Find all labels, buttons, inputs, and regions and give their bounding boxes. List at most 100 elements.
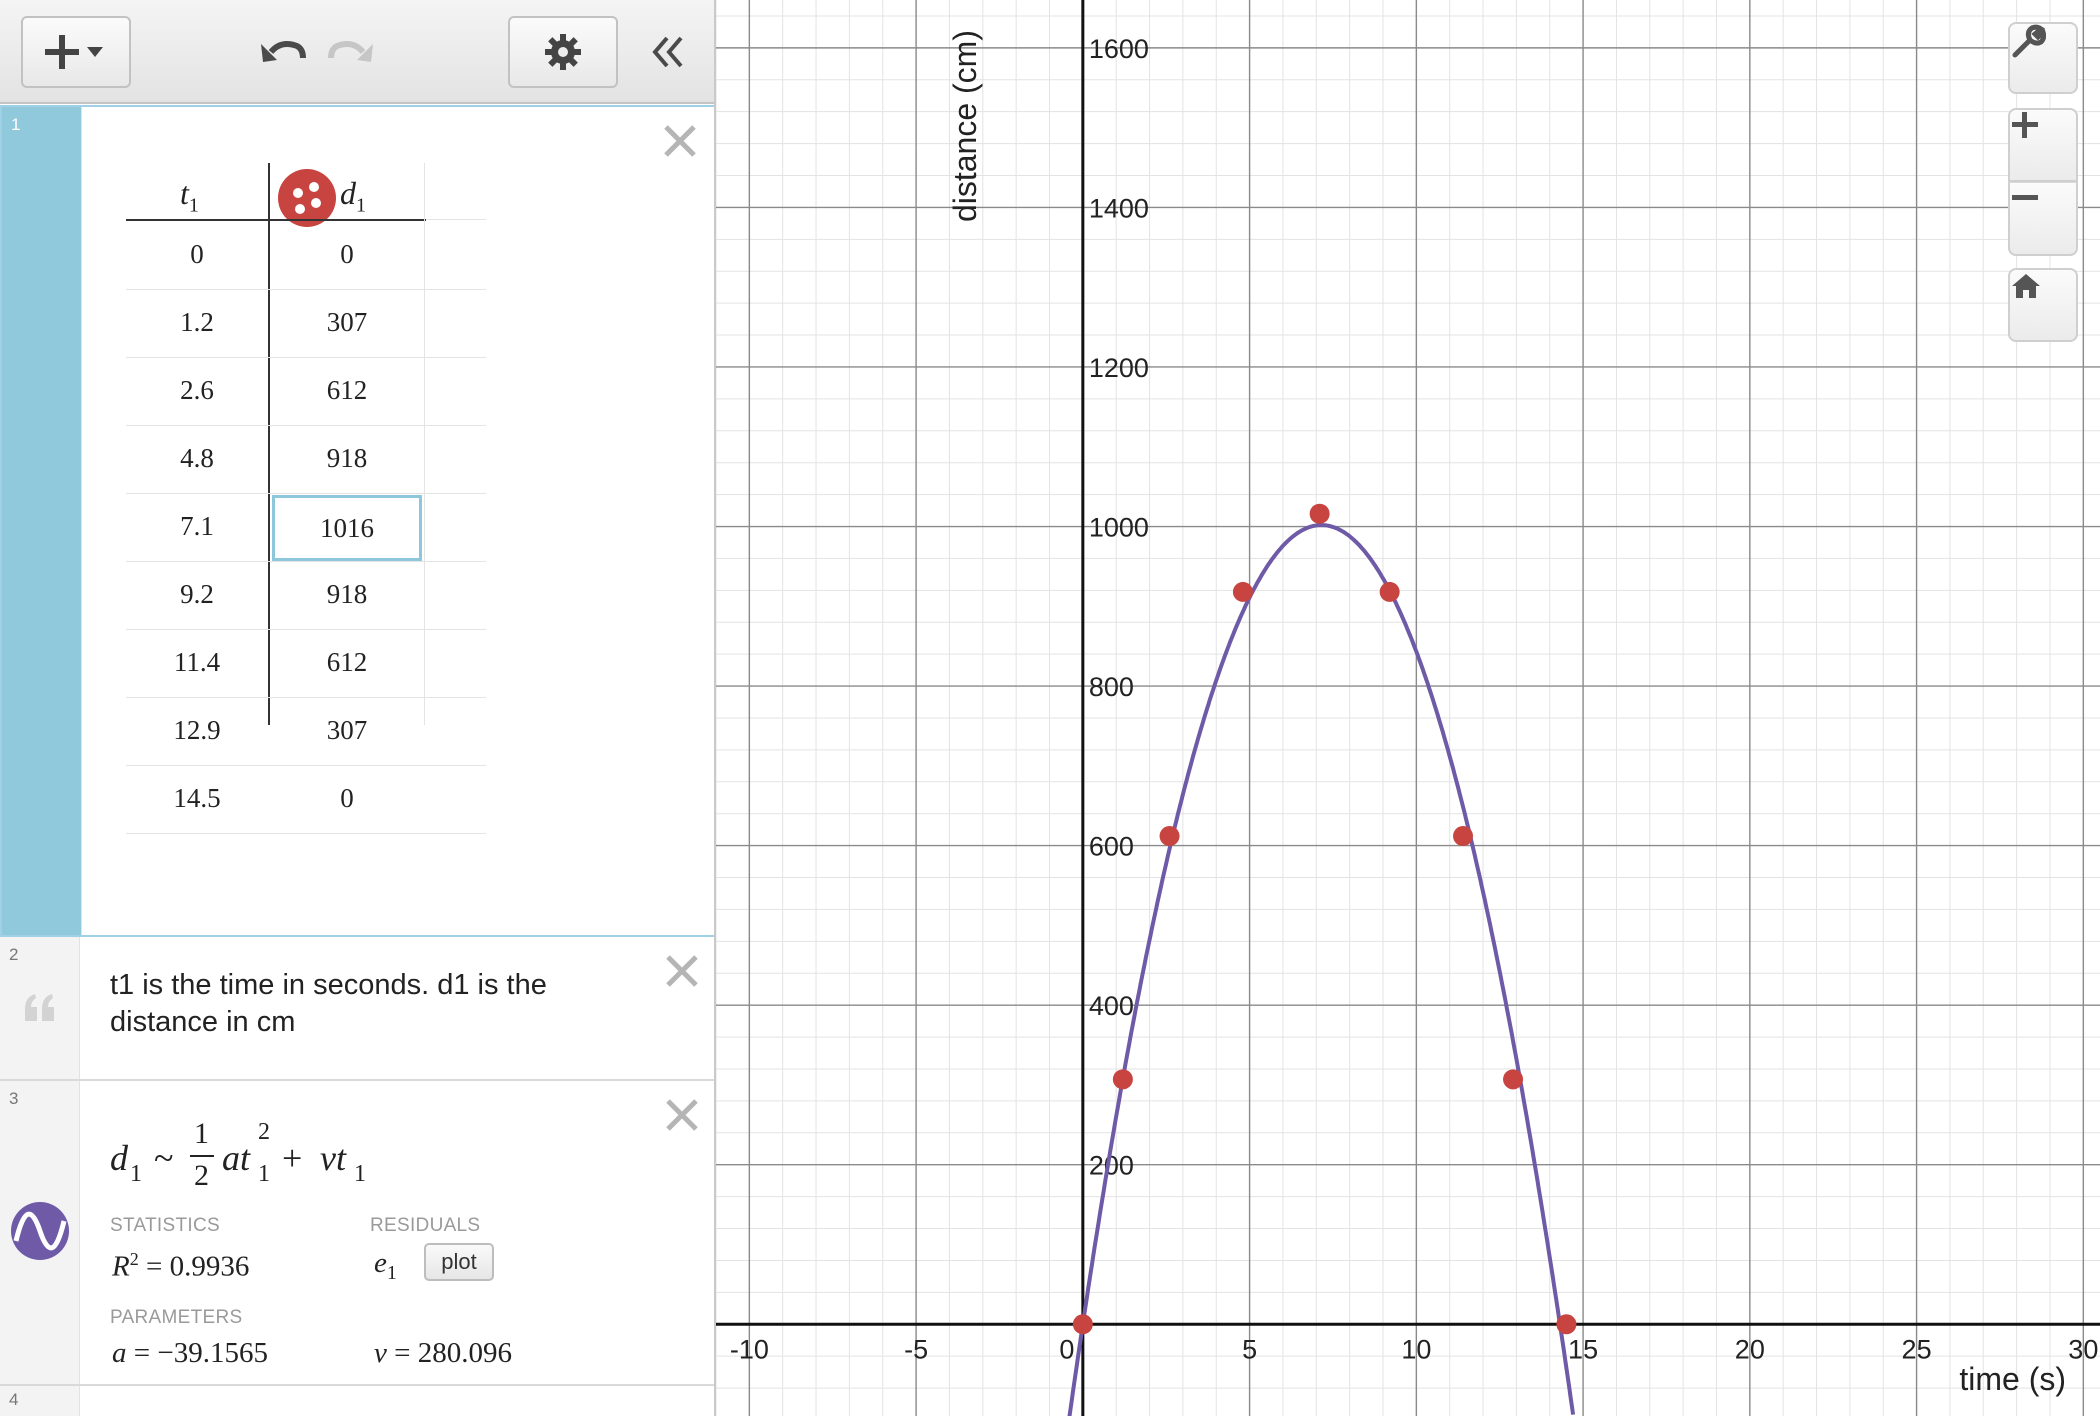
table-cell-t[interactable]: 1.2 (122, 307, 272, 338)
expression-toolbar (0, 0, 714, 104)
axes (716, 0, 2100, 1416)
close-icon[interactable] (662, 1095, 702, 1135)
data-point (1453, 826, 1474, 847)
minus-icon (2012, 195, 2038, 200)
empty-expression[interactable]: 4 (0, 1386, 714, 1416)
expression-index: 4 (9, 1390, 19, 1409)
residuals-label: RESIDUALS (370, 1215, 481, 1236)
data-point (1309, 503, 1330, 524)
regression-curve-icon[interactable] (10, 1201, 70, 1261)
regression-expression[interactable]: 3 d1 ~ 1 2 at 2 1 + vt 1 STATISTICS RESIDUA… (0, 1081, 714, 1386)
column-header-d[interactable]: d1 (340, 175, 366, 217)
expression-index: 1 (11, 115, 21, 134)
row-divider (126, 697, 486, 698)
y-tick-label: 400 (1089, 991, 1134, 1021)
expression-panel: 1 t1 d1 0 0 1.2 307 2.6 612 4.8 918 7.1 … (0, 0, 716, 1416)
undo-button[interactable] (256, 30, 308, 74)
regression-formula[interactable]: d1 ~ 1 2 at 2 1 + vt 1 (110, 1117, 390, 1197)
y-tick-label: 1400 (1089, 193, 1149, 223)
fit-curve (1067, 523, 1576, 1416)
zoom-out-button[interactable] (2008, 182, 2078, 256)
x-tick-label: -10 (730, 1334, 769, 1364)
double-chevron-left-icon (652, 36, 683, 68)
gear-icon (545, 34, 581, 70)
y-tick-label: 1600 (1089, 34, 1149, 64)
parameter-v: v = 280.096 (374, 1337, 512, 1369)
data-point (1072, 1314, 1093, 1335)
y-tick-label: 1200 (1089, 353, 1149, 383)
parameter-a: a = −39.1565 (112, 1337, 268, 1369)
table-cell-d[interactable]: 612 (272, 375, 422, 406)
row-divider (126, 561, 486, 562)
data-point (1503, 1069, 1524, 1090)
table-cell-t[interactable]: 4.8 (122, 443, 272, 474)
table-cell-t[interactable]: 11.4 (122, 647, 272, 678)
graph-canvas[interactable]: -10 -5 0 5 10 15 20 25 3020040060080010001200140… (716, 0, 2100, 1416)
add-item-button[interactable] (21, 16, 131, 88)
redo-button[interactable] (326, 30, 378, 74)
r-squared-value: R2 = 0.9936 (112, 1249, 250, 1283)
close-icon[interactable] (660, 121, 700, 161)
note-expression[interactable]: 2 t1 is the time in seconds. d1 is the d… (0, 937, 714, 1081)
collapse-panel-button[interactable] (644, 30, 690, 74)
table-cell-d[interactable]: 307 (272, 307, 422, 338)
data-point (1556, 1314, 1577, 1335)
axis-labels: time (s) distance (cm) (947, 30, 2066, 1397)
minor-gridlines (716, 0, 2100, 1416)
wrench-icon (2012, 24, 2046, 58)
table-cell-t[interactable]: 0 (122, 239, 272, 270)
redo-icon (328, 41, 373, 62)
table-cell-t[interactable]: 7.1 (122, 511, 272, 542)
x-tick-label: -5 (904, 1334, 928, 1364)
zoom-in-button[interactable] (2008, 108, 2078, 182)
plot-residuals-button[interactable]: plot (424, 1243, 494, 1281)
y-tick-label: 1000 (1089, 513, 1149, 543)
quote-icon (25, 994, 54, 1021)
parameter-v-value: 280.096 (417, 1337, 512, 1369)
table-cell-d[interactable]: 918 (272, 579, 422, 610)
r-squared-number: 0.9936 (169, 1250, 250, 1283)
x-tick-label: 15 (1568, 1334, 1598, 1364)
graph-settings-button[interactable] (2008, 22, 2078, 94)
table-cell-d[interactable]: 918 (272, 443, 422, 474)
expression-index: 3 (9, 1089, 19, 1108)
table-cell-d[interactable]: 612 (272, 647, 422, 678)
table-expression[interactable]: 1 t1 d1 0 0 1.2 307 2.6 612 4.8 918 7.1 … (0, 105, 714, 937)
column-header-sub: 1 (188, 194, 199, 217)
residual-var: e (374, 1247, 387, 1279)
table-cell-t[interactable]: 14.5 (122, 783, 272, 814)
row-divider (126, 493, 486, 494)
data-point (1379, 581, 1400, 602)
data-points (1072, 503, 1577, 1335)
plus-with-caret-icon (45, 35, 103, 69)
default-viewport-button[interactable] (2008, 268, 2078, 342)
row-divider (126, 357, 486, 358)
table-cell-t[interactable]: 2.6 (122, 375, 272, 406)
table-cell-d[interactable]: 1016 (272, 495, 422, 561)
plus-icon (2012, 112, 2038, 138)
close-icon[interactable] (662, 951, 702, 991)
note-text[interactable]: t1 is the time in seconds. d1 is the dis… (110, 967, 630, 1041)
column-divider-empty (424, 163, 425, 725)
expression-index: 2 (9, 945, 19, 964)
residual-variable: e1 (374, 1247, 397, 1285)
column-header-var: d (340, 175, 356, 211)
parameters-label: PARAMETERS (110, 1307, 243, 1328)
row-divider (126, 425, 486, 426)
table-cell-d[interactable]: 0 (272, 783, 422, 814)
table-cell-t[interactable]: 12.9 (122, 715, 272, 746)
x-tick-label: 0 (1059, 1334, 1074, 1364)
data-point (1112, 1069, 1133, 1090)
table-cell-t[interactable]: 9.2 (122, 579, 272, 610)
header-divider-extension (426, 219, 486, 220)
app-window: 1 t1 d1 0 0 1.2 307 2.6 612 4.8 918 7.1 … (0, 0, 2100, 1416)
table-cell-d[interactable]: 307 (272, 715, 422, 746)
data-point (1232, 581, 1253, 602)
table-cell-d[interactable]: 0 (272, 239, 422, 270)
residual-sub: 1 (386, 1261, 397, 1284)
settings-button[interactable] (508, 16, 618, 88)
column-header-var: t (180, 175, 189, 211)
column-header-t[interactable]: t1 (180, 175, 199, 217)
graph-area[interactable]: -10 -5 0 5 10 15 20 25 30 200 400 600 800 1000 1200 140… (716, 0, 2100, 1416)
major-gridlines (716, 0, 2100, 1416)
